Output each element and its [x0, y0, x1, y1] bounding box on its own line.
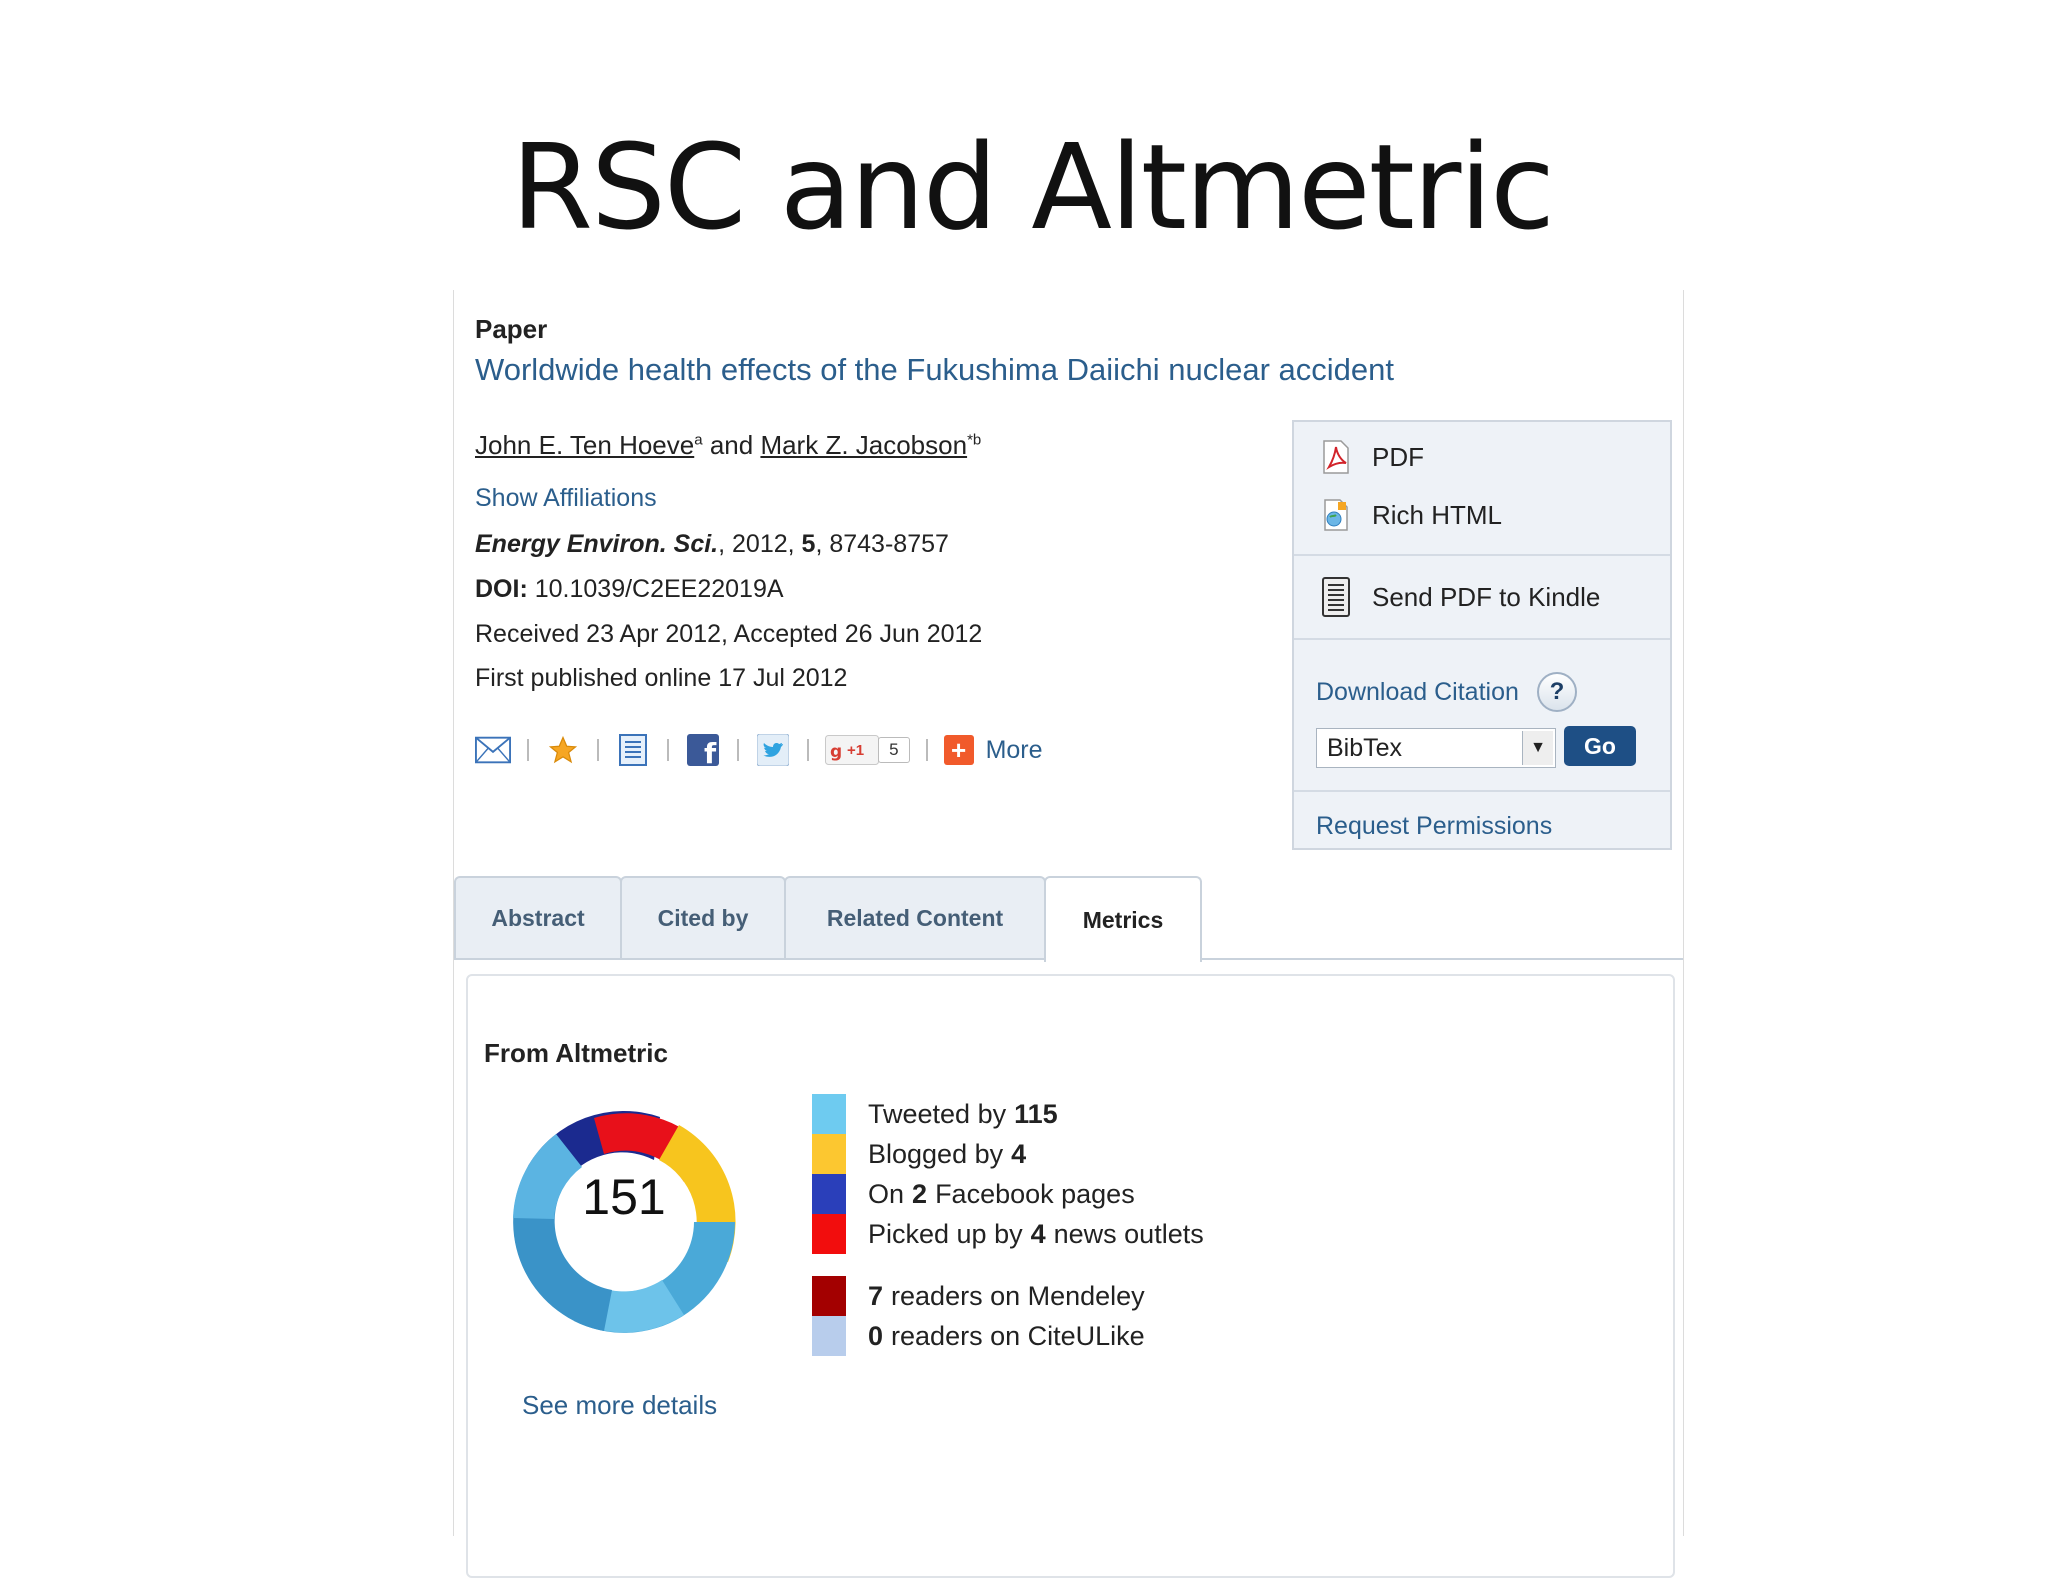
pdf-icon	[1316, 440, 1356, 474]
article-type-label: Paper	[475, 314, 548, 344]
pdf-link[interactable]: PDF	[1294, 434, 1670, 480]
tab-abstract[interactable]: Abstract	[454, 876, 622, 958]
legend-swatch	[812, 1174, 846, 1214]
tab-metrics[interactable]: Metrics	[1044, 876, 1202, 962]
download-citation-label: Download Citation	[1316, 677, 1519, 706]
author-1-affiliation: a	[694, 431, 703, 449]
request-permissions-link[interactable]: Request Permissions	[1316, 812, 1552, 841]
citation-format-select[interactable]: BibTex ▼	[1316, 728, 1556, 768]
facebook-icon[interactable]: f	[685, 734, 721, 766]
altmetric-score: 151	[582, 1169, 666, 1225]
legend-swatch	[812, 1276, 846, 1316]
share-separator	[527, 739, 529, 761]
stat-row-blogs: Blogged by 4	[812, 1134, 1034, 1174]
see-more-details-link[interactable]: See more details	[522, 1390, 717, 1421]
rich-html-label: Rich HTML	[1372, 499, 1503, 530]
stat-text: Blogged by	[868, 1138, 1004, 1169]
doi-line: DOI: 10.1039/C2EE22019A	[475, 575, 784, 604]
tab-cited-by[interactable]: Cited by	[620, 876, 786, 958]
stat-text-suffix: news outlets	[1053, 1218, 1204, 1249]
help-icon[interactable]: ?	[1536, 672, 1577, 712]
share-toolbar: f g +1 5 + More	[475, 730, 1043, 770]
stat-count: 4	[1030, 1218, 1046, 1249]
share-separator	[737, 739, 739, 761]
stat-count: 0	[868, 1320, 884, 1351]
journal-year: , 2012,	[718, 530, 802, 558]
share-separator	[925, 739, 928, 761]
google-plus-count: 5	[878, 737, 910, 763]
send-to-kindle-link[interactable]: Send PDF to Kindle	[1294, 570, 1670, 624]
stat-row-twitter: Tweeted by 115	[812, 1094, 1066, 1134]
author-list: John E. Ten Hoevea and Mark Z. Jacobson*…	[475, 430, 981, 461]
download-sidebar: PDF Rich HTML Send PDF to Kindle Downloa…	[1292, 420, 1672, 850]
journal-name: Energy Environ. Sci.	[475, 530, 719, 558]
chevron-down-icon[interactable]: ▼	[1522, 731, 1553, 765]
stat-count: 2	[912, 1178, 928, 1209]
stat-text: Picked up by	[868, 1218, 1023, 1249]
citation-line: Energy Environ. Sci., 2012, 5, 8743-8757	[475, 530, 949, 559]
share-more-label: More	[985, 735, 1043, 764]
tab-bar: Abstract Cited by Related Content Metric…	[454, 876, 1683, 962]
author-2-affiliation: *b	[967, 431, 982, 449]
slide-title: RSC and Altmetric	[510, 118, 1555, 256]
pdf-label: PDF	[1372, 441, 1424, 472]
notes-icon[interactable]	[615, 734, 651, 766]
doi-value: 10.1039/C2EE22019A	[527, 575, 784, 603]
legend-swatch	[812, 1316, 846, 1356]
stat-count: 115	[1014, 1098, 1058, 1129]
stat-row-facebook: On 2 Facebook pages	[812, 1174, 1135, 1214]
author-link-2[interactable]: Mark Z. Jacobson	[760, 430, 967, 460]
journal-pages: , 8743-8757	[815, 530, 949, 558]
received-date: Received 23 Apr 2012, Accepted 26 Jun 20…	[475, 620, 983, 648]
share-separator	[597, 739, 599, 761]
kindle-label: Send PDF to Kindle	[1372, 581, 1601, 612]
twitter-icon[interactable]	[755, 734, 791, 766]
author-link-1[interactable]: John E. Ten Hoeve	[475, 430, 694, 460]
author-separator: and	[709, 430, 754, 460]
doi-label: DOI:	[475, 575, 528, 603]
stat-text: Tweeted by	[868, 1098, 1007, 1129]
stat-text: On	[868, 1178, 905, 1209]
share-separator	[807, 739, 809, 761]
stat-text-suffix: Facebook pages	[935, 1178, 1135, 1209]
stat-row-mendeley: 7 readers on Mendeley	[812, 1276, 1145, 1316]
stat-row-citeulike: 0 readers on CiteULike	[812, 1316, 1145, 1356]
stat-row-news: Picked up by 4 news outlets	[812, 1214, 1204, 1254]
favourite-star-icon[interactable]	[545, 734, 581, 766]
stat-text-suffix: readers on Mendeley	[891, 1280, 1145, 1311]
sidebar-divider	[1294, 554, 1670, 556]
article-panel: Paper Worldwide health effects of the Fu…	[453, 290, 1684, 1578]
legend-swatch	[812, 1134, 846, 1174]
tab-related-content[interactable]: Related Content	[784, 876, 1046, 958]
svg-text:g: g	[830, 742, 842, 762]
share-separator	[667, 739, 669, 761]
citation-format-value: BibTex	[1327, 733, 1403, 762]
email-icon[interactable]	[475, 734, 511, 766]
go-button[interactable]: Go	[1564, 726, 1636, 766]
stat-count: 4	[1011, 1138, 1027, 1169]
download-citation: Download Citation ?	[1316, 672, 1577, 712]
stat-count: 7	[868, 1280, 884, 1311]
google-plus-label: +1	[847, 741, 865, 759]
stat-text-suffix: readers on CiteULike	[891, 1320, 1145, 1351]
share-more-button[interactable]: + More	[943, 735, 1043, 765]
legend-swatch	[812, 1094, 846, 1134]
legend-swatch	[812, 1214, 846, 1254]
kindle-icon	[1316, 577, 1356, 617]
journal-volume: 5	[801, 530, 816, 558]
altmetric-heading: From Altmetric	[484, 1038, 668, 1068]
plus-icon: +	[943, 735, 974, 765]
published-date: First published online 17 Jul 2012	[475, 664, 848, 692]
rich-html-link[interactable]: Rich HTML	[1294, 492, 1670, 538]
svg-text:f: f	[704, 737, 717, 766]
article-title[interactable]: Worldwide health effects of the Fukushim…	[475, 352, 1394, 388]
sidebar-divider	[1294, 790, 1670, 792]
sidebar-divider	[1294, 638, 1670, 640]
show-affiliations-link[interactable]: Show Affiliations	[475, 484, 657, 513]
html-document-icon	[1316, 499, 1356, 531]
